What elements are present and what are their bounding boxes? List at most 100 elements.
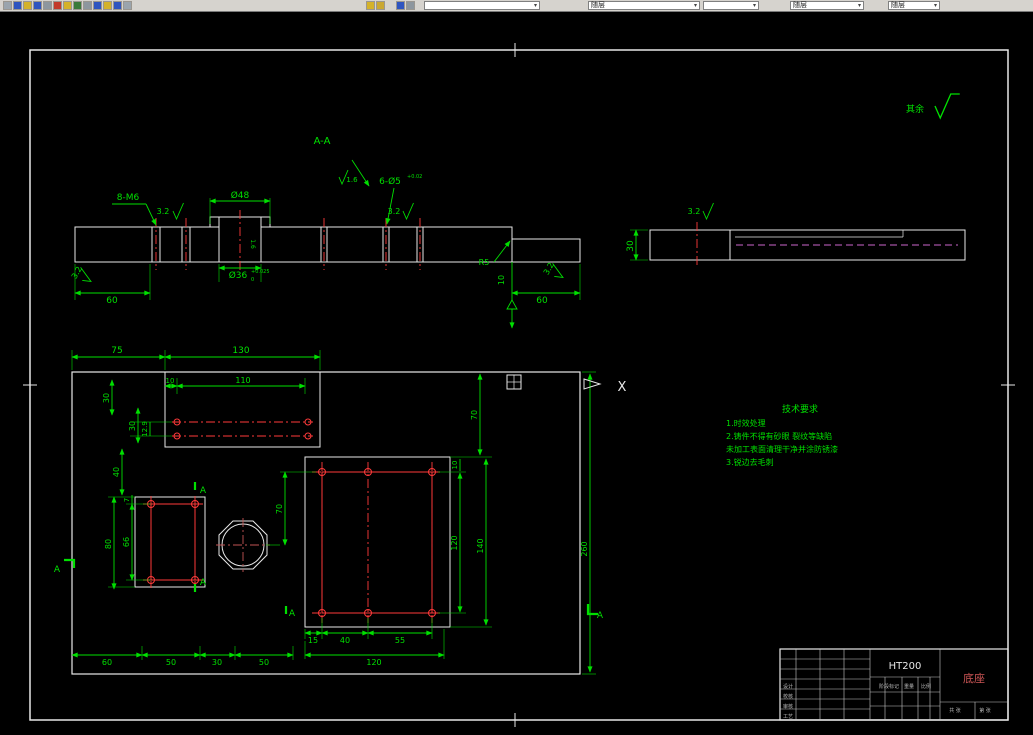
linetype-combo[interactable]: 随层 ▾ <box>790 1 864 10</box>
chevron-down-icon: ▾ <box>933 2 937 9</box>
title-block-label: 重量 <box>904 683 914 690</box>
title-block-label: 设计 <box>783 683 793 690</box>
dim-label: 3.2 <box>688 207 701 216</box>
dim-label: 140 <box>476 538 485 553</box>
dim-label: 120 <box>450 535 459 550</box>
toolbar-icon[interactable] <box>123 1 132 10</box>
chevron-down-icon: ▾ <box>693 2 697 9</box>
title-block-label: 共 张 <box>949 707 961 714</box>
toolbar-icon[interactable] <box>73 1 82 10</box>
dim-label: 70 <box>470 410 479 420</box>
title-block-label: 校核 <box>783 693 793 700</box>
toolbar-icon[interactable] <box>113 1 122 10</box>
dim-label: 8-M6 <box>117 193 140 203</box>
dim-label: Ø36 <box>229 270 248 281</box>
dim-label: 50 <box>259 658 269 667</box>
cad-canvas[interactable]: 技术要求 1.时效处理 2.铸件不得有砂眼 裂纹等缺陷 未加工表面清理干净并涂防锈… <box>0 12 1033 735</box>
toolbar-icon[interactable] <box>406 1 415 10</box>
dim-label: A <box>200 486 207 496</box>
chevron-down-icon: ▾ <box>533 2 537 9</box>
dim-label: 60 <box>106 296 118 306</box>
linetype-combo-value: 随层 <box>793 2 807 9</box>
dim-label: 10 <box>166 377 175 385</box>
toolbar-icon[interactable] <box>63 1 72 10</box>
dim-label: 30 <box>626 240 636 252</box>
ucs-icon <box>506 374 602 390</box>
toolbar-icon[interactable] <box>43 1 52 10</box>
layer-combo[interactable]: 随层 ▾ <box>588 1 700 10</box>
note-line: 1.时效处理 <box>726 418 766 428</box>
notes-title: 技术要求 <box>782 403 818 415</box>
dimension-text-layer: 8-M6 3.2 Ø48 A-A 1.6 6-Ø5 +0.02 3.2 1.6 Ø36 +0.025… <box>54 103 924 667</box>
lineweight-combo[interactable]: 随层 ▾ <box>888 1 940 10</box>
dim-label: 3.2 <box>388 207 401 216</box>
toolbar-icon[interactable] <box>103 1 112 10</box>
dim-label: 15 <box>308 636 318 645</box>
cad-drawing[interactable]: 技术要求 1.时效处理 2.铸件不得有砂眼 裂纹等缺陷 未加工表面清理干净并涂防锈… <box>0 12 1033 735</box>
dim-label: 30 <box>128 421 137 431</box>
toolbar-icon[interactable] <box>376 1 385 10</box>
toolbar-icon[interactable] <box>3 1 12 10</box>
section-view-aa <box>74 210 581 270</box>
dim-label: +0.02 <box>407 174 422 180</box>
chevron-down-icon: ▾ <box>752 2 756 9</box>
toolbar-icon[interactable] <box>396 1 405 10</box>
dim-label: 60 <box>536 296 548 306</box>
toolbar-icon[interactable] <box>83 1 92 10</box>
dim-label: 40 <box>112 467 121 477</box>
dim-label: 120 <box>366 658 381 667</box>
dim-label: 3.2 <box>542 261 556 277</box>
note-line: 2.铸件不得有砂眼 裂纹等缺陷 <box>726 431 832 441</box>
toolbar-icon[interactable] <box>33 1 42 10</box>
title-block: HT200 底座 设计校核审核工艺 阶段标记 重量 比例共 张 第 张 <box>779 648 1009 721</box>
dim-label: 260 <box>580 541 589 556</box>
dim-label: 0 <box>251 277 254 283</box>
layer-combo-value: 随层 <box>591 2 605 9</box>
toolbar-icon[interactable] <box>53 1 62 10</box>
toolbar-icon[interactable] <box>93 1 102 10</box>
dim-label: 1.6 <box>249 239 256 249</box>
dim-label: 50 <box>166 658 176 667</box>
toolbar-icon[interactable] <box>23 1 32 10</box>
dim-label: 70 <box>275 504 284 514</box>
dim-label: 55 <box>395 636 405 645</box>
dim-label: 3.2 <box>157 207 170 216</box>
note-line: 3.锐边去毛刺 <box>726 457 774 467</box>
part-name-label: 底座 <box>963 671 985 685</box>
material-label: HT200 <box>889 661 922 672</box>
dim-label: A <box>54 565 61 575</box>
title-block-label: 第 张 <box>979 707 991 714</box>
dim-label: Ø48 <box>231 190 250 201</box>
dim-label: 6-Ø5 <box>379 176 401 187</box>
dim-label: A-A <box>314 136 331 147</box>
toolbar-icon[interactable] <box>13 1 22 10</box>
toolbar-icon-strip <box>366 1 385 10</box>
dim-label: 10 <box>451 461 459 470</box>
dim-label: 10 <box>497 275 506 285</box>
dim-label: R5 <box>479 258 490 267</box>
toolbar: ▾ 随层 ▾ ▾ 随层 ▾ 随层 ▾ <box>0 0 1033 12</box>
dim-label: +0.025 <box>251 269 270 275</box>
dim-label: 40 <box>340 636 350 645</box>
lineweight-combo-value: 随层 <box>891 2 905 9</box>
dim-label: 80 <box>104 539 113 549</box>
dim-label: A <box>289 609 296 619</box>
side-section-view <box>649 222 966 268</box>
dim-label: 110 <box>235 376 250 385</box>
dim-label: 1.6 <box>346 176 358 184</box>
sheet-frame <box>23 43 1015 727</box>
title-block-label: 审核 <box>783 703 793 710</box>
dim-label: 12.9 <box>141 421 149 437</box>
toolbar-icon-strip <box>3 1 132 10</box>
style-combo[interactable]: ▾ <box>424 1 540 10</box>
plan-view <box>71 371 581 675</box>
dim-label: 75 <box>111 346 122 356</box>
title-block-label: 比例 <box>921 683 931 690</box>
dim-label: 30 <box>212 658 222 667</box>
dim-label: 3.2 <box>70 265 84 281</box>
dim-label: A <box>200 578 207 588</box>
rough-rest-label: 其余 <box>906 103 924 115</box>
color-combo[interactable]: ▾ <box>703 1 759 10</box>
toolbar-icon-strip <box>396 1 415 10</box>
toolbar-icon[interactable] <box>366 1 375 10</box>
